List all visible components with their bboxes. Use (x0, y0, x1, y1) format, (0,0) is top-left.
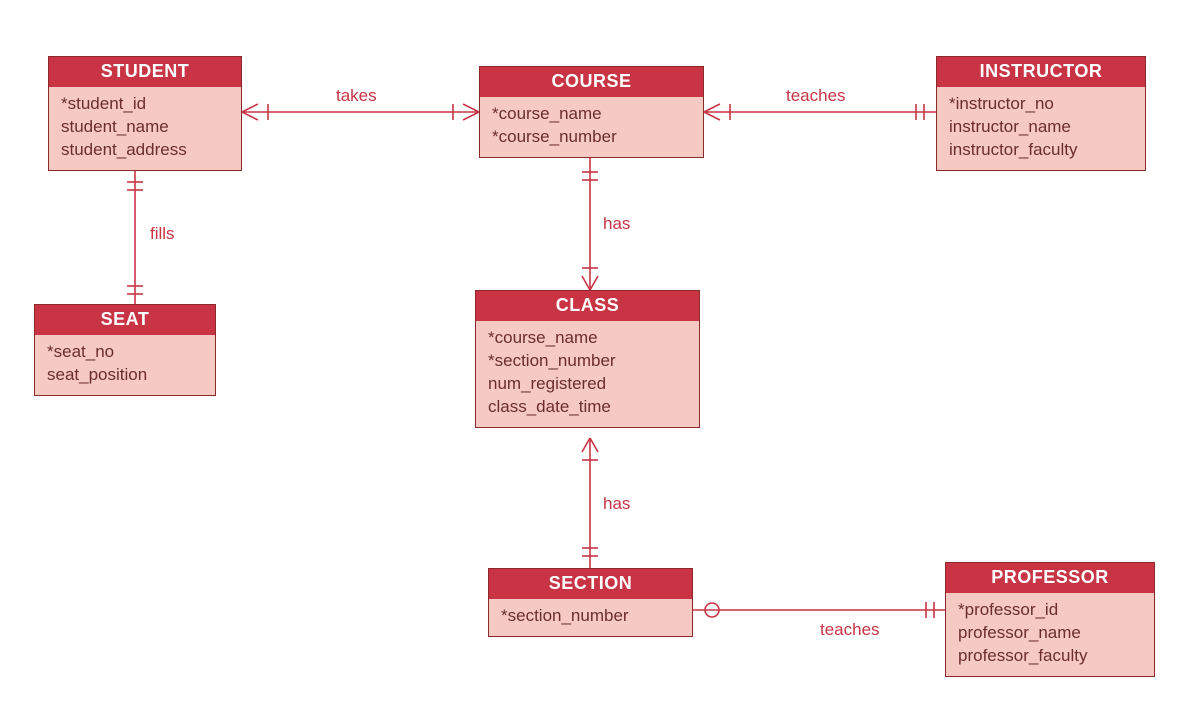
entity-professor: PROFESSOR *professor_id professor_name p… (945, 562, 1155, 677)
entity-course: COURSE *course_name *course_number (479, 66, 704, 158)
rel-label-teaches-professor: teaches (820, 620, 880, 640)
attr: *professor_id (958, 599, 1142, 622)
entity-section: SECTION *section_number (488, 568, 693, 637)
attr: *instructor_no (949, 93, 1133, 116)
entity-class: CLASS *course_name *section_number num_r… (475, 290, 700, 428)
attr: instructor_faculty (949, 139, 1133, 162)
attr: instructor_name (949, 116, 1133, 139)
entity-section-body: *section_number (489, 599, 692, 636)
attr: class_date_time (488, 396, 687, 419)
attr: *course_name (488, 327, 687, 350)
entity-course-header: COURSE (480, 67, 703, 97)
rel-label-has-class: has (603, 214, 630, 234)
entity-section-header: SECTION (489, 569, 692, 599)
rel-label-teaches-instructor: teaches (786, 86, 846, 106)
attr: *section_number (488, 350, 687, 373)
entity-seat: SEAT *seat_no seat_position (34, 304, 216, 396)
attr: *course_name (492, 103, 691, 126)
attr: professor_name (958, 622, 1142, 645)
entity-class-body: *course_name *section_number num_registe… (476, 321, 699, 427)
entity-seat-body: *seat_no seat_position (35, 335, 215, 395)
attr: *course_number (492, 126, 691, 149)
attr: seat_position (47, 364, 203, 387)
entity-course-body: *course_name *course_number (480, 97, 703, 157)
entity-seat-header: SEAT (35, 305, 215, 335)
attr: *seat_no (47, 341, 203, 364)
rel-label-fills: fills (150, 224, 175, 244)
entity-student: STUDENT *student_id student_name student… (48, 56, 242, 171)
attr: student_address (61, 139, 229, 162)
attr: student_name (61, 116, 229, 139)
entity-class-header: CLASS (476, 291, 699, 321)
rel-label-has-section: has (603, 494, 630, 514)
attr: num_registered (488, 373, 687, 396)
attr: *student_id (61, 93, 229, 116)
entity-professor-body: *professor_id professor_name professor_f… (946, 593, 1154, 676)
entity-instructor-body: *instructor_no instructor_name instructo… (937, 87, 1145, 170)
attr: *section_number (501, 605, 680, 628)
rel-label-takes: takes (336, 86, 377, 106)
entity-student-header: STUDENT (49, 57, 241, 87)
entity-professor-header: PROFESSOR (946, 563, 1154, 593)
attr: professor_faculty (958, 645, 1142, 668)
entity-instructor: INSTRUCTOR *instructor_no instructor_nam… (936, 56, 1146, 171)
entity-instructor-header: INSTRUCTOR (937, 57, 1145, 87)
entity-student-body: *student_id student_name student_address (49, 87, 241, 170)
